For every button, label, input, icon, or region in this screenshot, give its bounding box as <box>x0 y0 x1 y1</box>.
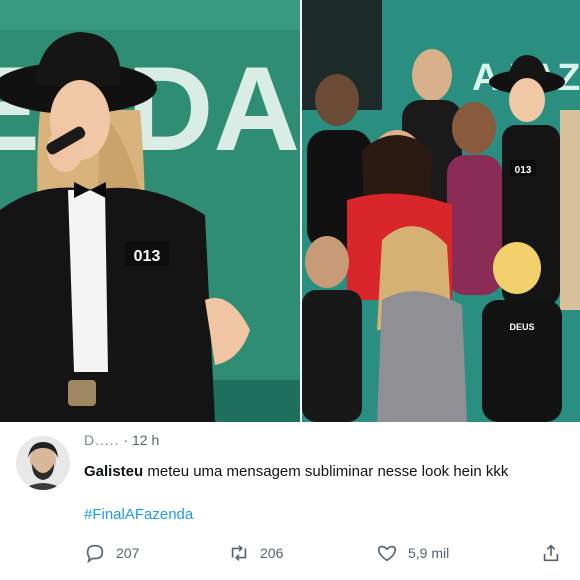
right-badge-number: 013 <box>515 165 532 176</box>
like-count: 5,9 mil <box>408 545 450 561</box>
media-photo-right[interactable]: A FAZ 013 <box>302 0 580 422</box>
shirt-print: DEUS <box>509 322 534 332</box>
reply-icon <box>86 544 104 564</box>
like-button[interactable]: 5,9 mil <box>376 540 449 566</box>
retweet-icon <box>231 545 247 561</box>
tweet-text: Galisteu meteu uma mensagem subliminar n… <box>84 462 508 482</box>
retweet-button[interactable]: 206 <box>228 540 283 566</box>
tweet-body: meteu uma mensagem subliminar nesse look… <box>143 463 509 480</box>
heart-icon <box>377 545 397 562</box>
avatar-illustration <box>16 436 70 490</box>
media-photo-left[interactable]: ENDA 013 <box>0 0 300 422</box>
retweet-count: 206 <box>260 545 284 561</box>
tweet-header: D..... · 12 h <box>84 432 159 448</box>
host-photo-illustration: ENDA 013 <box>0 0 300 422</box>
share-button[interactable] <box>540 540 562 566</box>
mentioned-name: Galisteu <box>84 463 144 480</box>
left-badge-number: 013 <box>134 248 161 265</box>
reply-count: 207 <box>116 545 140 561</box>
reply-button[interactable]: 207 <box>84 540 139 566</box>
author-name[interactable]: D..... <box>84 432 120 448</box>
author-avatar[interactable] <box>16 436 70 490</box>
tweet-actions: 207 206 5,9 mil <box>0 540 580 566</box>
share-icon <box>543 544 559 562</box>
group-photo-illustration: A FAZ 013 <box>302 0 580 422</box>
hashtag-link[interactable]: #FinalAFazenda <box>84 506 193 523</box>
tweet-media[interactable]: ENDA 013 <box>0 0 580 422</box>
tweet-timestamp[interactable]: · 12 h <box>123 432 159 448</box>
tweet-card[interactable]: D..... · 12 h Galisteu meteu uma mensage… <box>0 422 580 580</box>
